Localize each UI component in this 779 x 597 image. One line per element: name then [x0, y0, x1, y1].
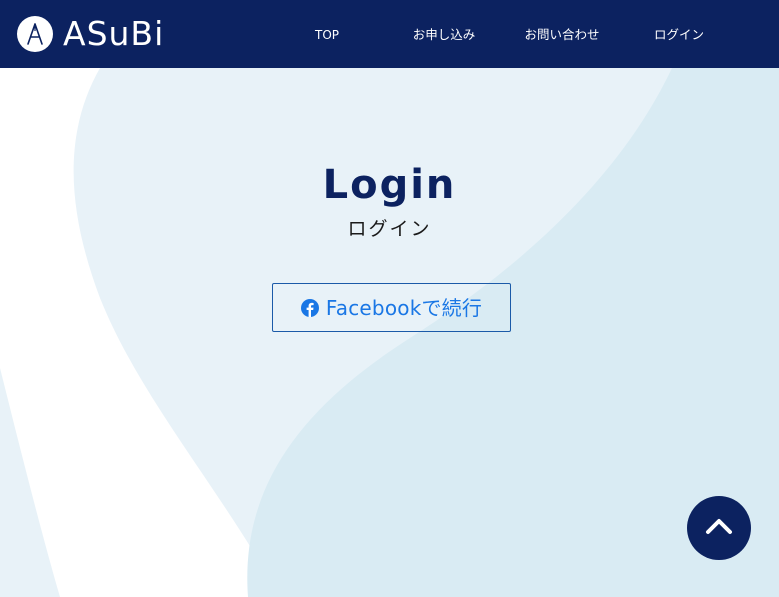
- page-title: Login: [322, 162, 457, 208]
- scroll-to-top-button[interactable]: [687, 496, 751, 560]
- facebook-button-label: Facebookで続行: [325, 295, 483, 320]
- nav-apply[interactable]: お申し込み: [408, 27, 480, 43]
- nav-login[interactable]: ログイン: [648, 27, 710, 43]
- nav-contact[interactable]: お問い合わせ: [522, 27, 602, 43]
- page-subtitle: ログイン: [347, 218, 432, 240]
- site-logo[interactable]: ASuBi: [17, 16, 164, 52]
- site-header: ASuBi TOP お申し込み お問い合わせ ログイン: [0, 0, 779, 68]
- facebook-icon: [300, 298, 319, 317]
- logo-mark-icon: [17, 16, 53, 52]
- nav-top[interactable]: TOP: [302, 27, 352, 43]
- facebook-login-button[interactable]: Facebookで続行: [272, 283, 511, 332]
- login-section: Login ログイン Facebookで続行: [0, 68, 779, 597]
- logo-text: ASuBi: [63, 14, 165, 53]
- chevron-up-icon: [705, 517, 733, 539]
